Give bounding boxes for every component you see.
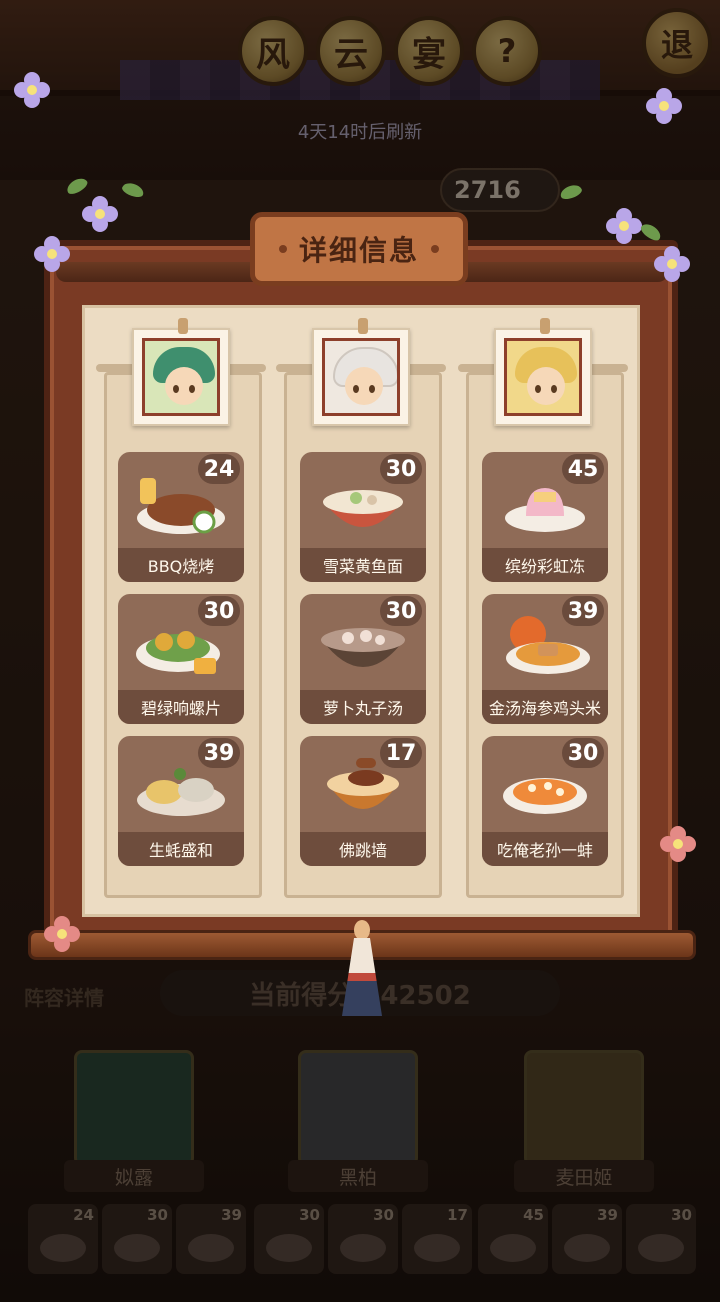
modal-title-plaque: 详细信息 bbox=[250, 212, 468, 286]
flower-icon bbox=[660, 826, 696, 862]
dish-count: 45 bbox=[562, 454, 604, 484]
dish-count: 30 bbox=[380, 596, 422, 626]
dish-card[interactable]: 24 BBQ烧烤 bbox=[118, 452, 244, 582]
dish-count: 30 bbox=[562, 738, 604, 768]
dish-card[interactable]: 45 缤纷彩虹冻 bbox=[482, 452, 608, 582]
flower-icon bbox=[654, 246, 690, 282]
flower-icon bbox=[14, 72, 50, 108]
dish-card[interactable]: 30 吃俺老孙一蚌 bbox=[482, 736, 608, 866]
dish-count: 30 bbox=[380, 454, 422, 484]
dish-count: 39 bbox=[562, 596, 604, 626]
dish-name: 缤纷彩虹冻 bbox=[482, 548, 608, 582]
chef-portrait-3 bbox=[494, 318, 592, 426]
flower-icon bbox=[82, 196, 118, 232]
chef-portrait-1 bbox=[132, 318, 230, 426]
dish-name: 生蚝盛和 bbox=[118, 832, 244, 866]
chef-portrait-2 bbox=[312, 318, 410, 426]
dish-name: 金汤海参鸡头米 bbox=[482, 690, 608, 724]
dish-count: 39 bbox=[198, 738, 240, 768]
dish-name: 佛跳墙 bbox=[300, 832, 426, 866]
flower-icon bbox=[606, 208, 642, 244]
flower-icon bbox=[44, 916, 80, 952]
modal-title: 详细信息 bbox=[298, 234, 419, 267]
dish-card[interactable]: 30 碧绿响螺片 bbox=[118, 594, 244, 724]
dish-count: 24 bbox=[198, 454, 240, 484]
dish-count: 17 bbox=[380, 738, 422, 768]
flower-icon bbox=[646, 88, 682, 124]
dish-card[interactable]: 30 雪菜黄鱼面 bbox=[300, 452, 426, 582]
dish-name: 雪菜黄鱼面 bbox=[300, 548, 426, 582]
dish-card[interactable]: 17 佛跳墙 bbox=[300, 736, 426, 866]
dish-card[interactable]: 39 金汤海参鸡头米 bbox=[482, 594, 608, 724]
flower-icon bbox=[34, 236, 70, 272]
dish-name: BBQ烧烤 bbox=[118, 548, 244, 582]
dish-name: 碧绿响螺片 bbox=[118, 690, 244, 724]
tassel-icon bbox=[340, 920, 384, 1016]
dish-card[interactable]: 39 生蚝盛和 bbox=[118, 736, 244, 866]
dish-name: 吃俺老孙一蚌 bbox=[482, 832, 608, 866]
dish-card[interactable]: 30 萝卜丸子汤 bbox=[300, 594, 426, 724]
dish-count: 30 bbox=[198, 596, 240, 626]
dish-name: 萝卜丸子汤 bbox=[300, 690, 426, 724]
